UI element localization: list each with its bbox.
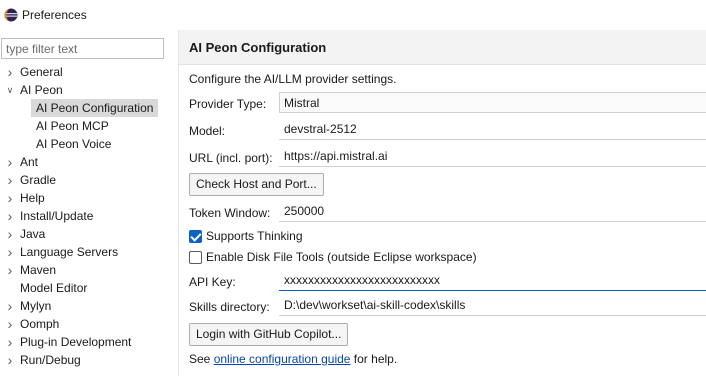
supports-thinking-checkbox[interactable]: [189, 230, 202, 243]
tree-item-label: Mylyn: [20, 299, 52, 313]
preferences-navigation: › General ∨ AI Peon AI Peon Configuration AI …: [0, 30, 170, 376]
provider-type-value: Mistral: [284, 96, 320, 110]
tree-item-label: Plug-in Development: [20, 335, 132, 349]
tree-item-ai-peon[interactable]: ∨ AI Peon: [0, 81, 170, 99]
chevron-right-icon[interactable]: ›: [5, 315, 15, 333]
tree-item-ai-peon-configuration[interactable]: AI Peon Configuration: [0, 99, 170, 117]
tree-item-label: Java: [20, 227, 46, 241]
tree-item-gradle[interactable]: › Gradle: [0, 171, 170, 189]
tree-item-label: Maven: [20, 263, 57, 277]
tree-item-plug-in-development[interactable]: › Plug-in Development: [0, 333, 170, 351]
chevron-right-icon[interactable]: ›: [5, 333, 15, 351]
api-key-input[interactable]: [279, 270, 706, 291]
tree-item-model-editor[interactable]: Model Editor: [0, 279, 170, 297]
tree-item-ai-peon-voice[interactable]: AI Peon Voice: [0, 135, 170, 153]
skills-directory-label: Skills directory:: [189, 300, 270, 314]
preference-page: AI Peon Configuration Configure the AI/L…: [179, 30, 706, 376]
url-label: URL (incl. port):: [189, 151, 273, 165]
tree-item-label: Run/Debug: [20, 353, 81, 367]
tree-item-label: AI Peon Voice: [36, 137, 112, 151]
token-window-input[interactable]: [279, 201, 706, 222]
chevron-right-icon[interactable]: ›: [5, 63, 15, 81]
chevron-right-icon[interactable]: ›: [5, 297, 15, 315]
page-title: AI Peon Configuration: [189, 40, 327, 55]
chevron-down-icon[interactable]: ∨: [5, 81, 15, 99]
tree-item-label: AI Peon: [20, 83, 63, 97]
tree-item-label: Help: [20, 191, 45, 205]
supports-thinking-label: Supports Thinking: [206, 229, 303, 243]
chevron-right-icon[interactable]: ›: [5, 243, 15, 261]
provider-type-label: Provider Type:: [189, 97, 267, 111]
check-host-and-port-button[interactable]: Check Host and Port...: [189, 173, 324, 196]
login-github-copilot-button[interactable]: Login with GitHub Copilot...: [189, 323, 349, 346]
tree-item-label: Ant: [20, 155, 39, 169]
help-suffix: for help.: [350, 352, 398, 366]
tree-item-language-servers[interactable]: › Language Servers: [0, 243, 170, 261]
preferences-tree: › General ∨ AI Peon AI Peon Configuration AI …: [0, 63, 170, 369]
tree-item-label: General: [20, 65, 63, 79]
page-description: Configure the AI/LLM provider settings.: [189, 72, 397, 86]
chevron-right-icon[interactable]: ›: [5, 189, 15, 207]
online-configuration-guide-link[interactable]: online configuration guide: [214, 352, 351, 366]
tree-item-oomph[interactable]: › Oomph: [0, 315, 170, 333]
provider-type-select[interactable]: Mistral: [279, 92, 706, 113]
model-input[interactable]: [279, 119, 706, 140]
chevron-right-icon[interactable]: ›: [5, 153, 15, 171]
model-label: Model:: [189, 124, 226, 138]
tree-item-label: AI Peon Configuration: [36, 101, 154, 115]
tree-item-label: Install/Update: [20, 209, 94, 223]
eclipse-logo-icon: [4, 8, 18, 22]
tree-item-label: Model Editor: [20, 281, 88, 295]
tree-item-maven[interactable]: › Maven: [0, 261, 170, 279]
api-key-label: API Key:: [189, 275, 236, 289]
filter-input[interactable]: [1, 38, 164, 59]
tree-item-label: Language Servers: [20, 245, 119, 259]
chevron-right-icon[interactable]: ›: [5, 207, 15, 225]
tree-item-java[interactable]: › Java: [0, 225, 170, 243]
help-text: See online configuration guide for help.: [189, 352, 397, 366]
chevron-right-icon[interactable]: ›: [5, 225, 15, 243]
tree-item-ant[interactable]: › Ant: [0, 153, 170, 171]
token-window-label: Token Window:: [189, 206, 271, 220]
tree-item-label: Gradle: [20, 173, 57, 187]
chevron-right-icon[interactable]: ›: [5, 171, 15, 189]
tree-item-label: AI Peon MCP: [36, 119, 109, 133]
chevron-right-icon[interactable]: ›: [5, 261, 15, 279]
enable-disk-tools-label: Enable Disk File Tools (outside Eclipse …: [206, 250, 477, 264]
tree-item-ai-peon-mcp[interactable]: AI Peon MCP: [0, 117, 170, 135]
tree-item-run-debug[interactable]: › Run/Debug: [0, 351, 170, 369]
enable-disk-tools-checkbox[interactable]: [189, 251, 202, 264]
help-prefix: See: [189, 352, 214, 366]
tree-item-label: Oomph: [20, 317, 60, 331]
skills-directory-input[interactable]: [279, 295, 706, 316]
title-bar: Preferences: [0, 0, 706, 30]
page-header: AI Peon Configuration: [179, 30, 706, 65]
window-title: Preferences: [22, 8, 87, 22]
tree-item-help[interactable]: › Help: [0, 189, 170, 207]
chevron-right-icon[interactable]: ›: [5, 351, 15, 369]
preferences-window: Preferences › General ∨ AI Peon AI Peon Conf…: [0, 0, 706, 376]
tree-item-mylyn[interactable]: › Mylyn: [0, 297, 170, 315]
tree-item-install-update[interactable]: › Install/Update: [0, 207, 170, 225]
url-input[interactable]: [279, 146, 706, 167]
tree-item-general[interactable]: › General: [0, 63, 170, 81]
